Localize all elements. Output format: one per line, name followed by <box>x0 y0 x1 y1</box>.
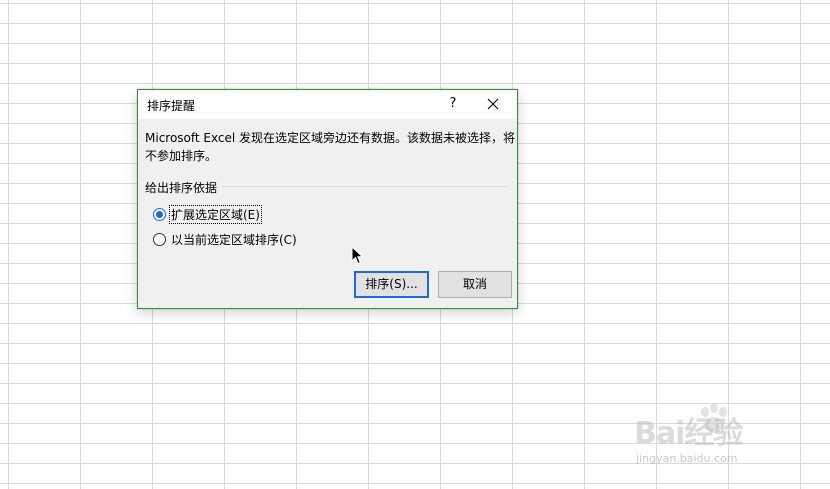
help-button[interactable]: ? <box>442 93 464 115</box>
close-icon <box>487 98 499 110</box>
dialog-title: 排序提醒 <box>147 99 196 113</box>
dialog-titlebar[interactable]: 排序提醒 ? <box>138 90 517 119</box>
help-icon: ? <box>449 96 457 111</box>
baidu-watermark: Bai经验 jingyan.baidu.com <box>634 402 794 472</box>
radio-current-selection[interactable]: 以当前选定区域排序(C) <box>153 230 298 248</box>
sort-button[interactable]: 排序(S)... <box>354 271 429 298</box>
radio-expand-selection[interactable]: 扩展选定区域(E) <box>153 204 262 224</box>
watermark-logo-text: Bai经验 <box>634 416 743 451</box>
radio-label-current: 以当前选定区域排序(C) <box>171 232 297 247</box>
watermark-url: jingyan.baidu.com <box>636 452 738 465</box>
sort-warning-dialog: 排序提醒 ? Microsoft Excel 发现在选定区域旁边还有数据。该数据… <box>137 89 518 309</box>
close-button[interactable] <box>481 93 505 115</box>
radio-button-unchecked[interactable] <box>153 232 166 246</box>
mouse-pointer-icon <box>351 246 364 265</box>
cancel-button[interactable]: 取消 <box>438 271 512 298</box>
group-label: 给出排序依据 <box>145 181 218 195</box>
dialog-message: Microsoft Excel 发现在选定区域旁边还有数据。该数据未被选择，将 … <box>145 131 516 163</box>
radio-label-expand: 扩展选定区域(E) <box>169 204 262 224</box>
group-divider <box>222 186 510 187</box>
radio-button-checked[interactable] <box>153 207 166 221</box>
